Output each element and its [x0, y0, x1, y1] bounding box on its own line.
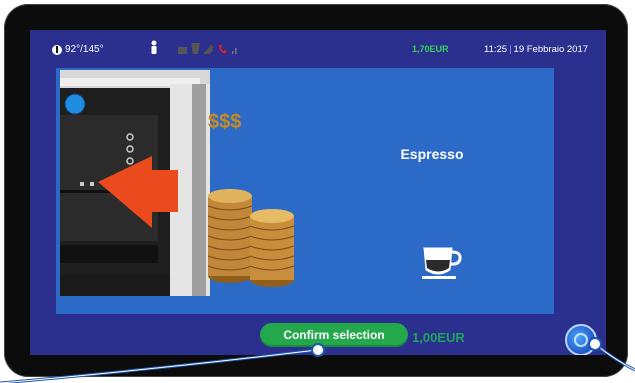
coin-stack: $$$: [206, 111, 298, 288]
bean-icon: [191, 43, 200, 57]
date: 19 Febbraio 2017: [513, 44, 589, 55]
product-name: Espresso: [400, 146, 464, 162]
insert-coins-illustration: [60, 70, 210, 296]
person-icon: [150, 40, 158, 57]
confirm-selection-button[interactable]: Confirm selection: [260, 323, 408, 347]
temperature-value: 92°/145°: [65, 44, 104, 55]
thermometer-icon: [52, 44, 62, 55]
temperature-indicator: 92°/145°: [52, 44, 104, 55]
clock: 11:25 | 19 Febbraio 2017: [484, 44, 588, 55]
status-icons: [150, 40, 238, 57]
money-label: $$$: [208, 111, 242, 133]
espresso-cup-icon: [422, 246, 462, 287]
callout-dot-confirm: [311, 343, 325, 357]
tool-icon: [203, 44, 214, 57]
signal-icon: [232, 46, 238, 57]
machine-screen: 92°/145° 1,70EUR 11:25 | 19 Febbraio 201…: [30, 30, 606, 355]
credit-balance: 1,70EUR: [412, 44, 449, 54]
coin-icon: [207, 189, 295, 287]
time: 11:25: [484, 44, 508, 55]
product-price: 1,00EUR: [412, 330, 465, 345]
cup-icon: [178, 46, 187, 57]
phone-icon: [218, 44, 228, 57]
product-panel: $$$ Espresso 1,00EUR: [56, 68, 554, 345]
status-bar: 92°/145° 1,70EUR 11:25 | 19 Febbraio 201…: [30, 30, 606, 66]
callout-dot-round-button: [588, 337, 602, 351]
time-date-separator: |: [509, 44, 512, 55]
